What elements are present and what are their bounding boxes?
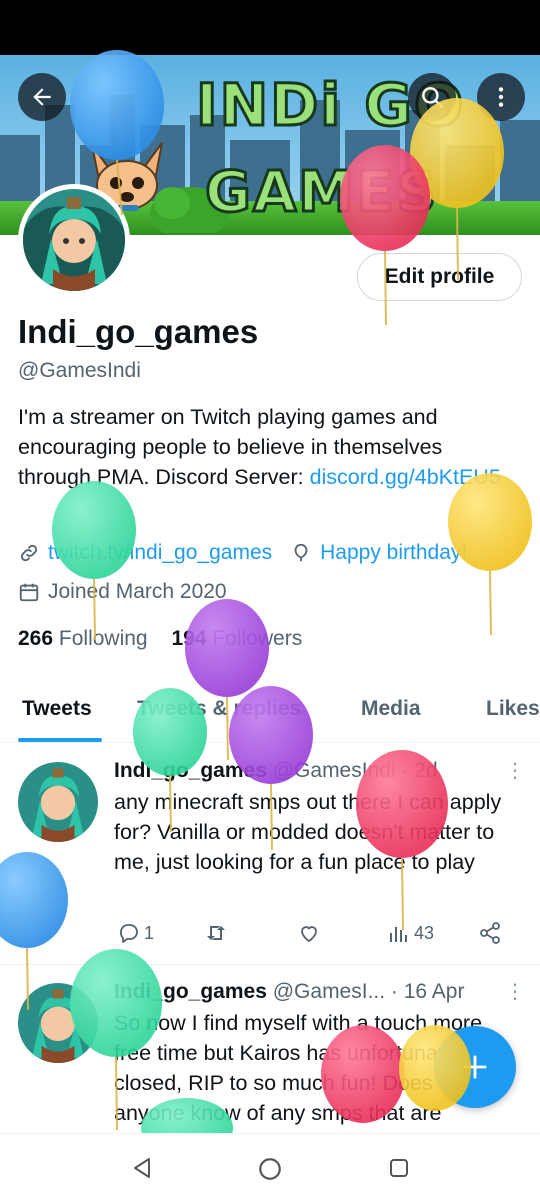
- followers-label: Followers: [212, 627, 303, 650]
- home-nav-icon[interactable]: [257, 1156, 283, 1182]
- profile-name: Indi_go_games: [18, 313, 259, 350]
- recents-nav-icon[interactable]: [387, 1156, 411, 1180]
- tweet-time: · 16 Apr: [390, 980, 465, 1003]
- tweet-header: Indi_go_games @GamesI... · 16 Apr: [114, 980, 464, 1004]
- like-button[interactable]: [297, 921, 321, 945]
- tab-tweets[interactable]: Tweets: [22, 697, 92, 721]
- joined-row: Joined March 2020: [18, 580, 227, 604]
- tweet-avatar[interactable]: [18, 762, 98, 842]
- retweet-button[interactable]: [204, 921, 228, 945]
- search-button[interactable]: [408, 73, 456, 121]
- tweet-author-name[interactable]: Indi_go_games: [114, 759, 267, 782]
- tab-likes[interactable]: Likes: [486, 697, 540, 721]
- profile-tabs: Tweets Tweets & replies Media Likes: [0, 685, 540, 743]
- status-bar: [0, 0, 540, 55]
- avatar-illustration: [23, 189, 125, 291]
- system-nav-bar: [0, 1133, 540, 1200]
- tweet-avatar[interactable]: [18, 983, 98, 1063]
- tweet-author-handle: @GamesI...: [272, 980, 386, 1003]
- search-icon: [422, 87, 443, 108]
- follow-counts: 266 Following 194 Followers: [18, 627, 302, 651]
- plus-icon: [463, 1055, 487, 1079]
- back-button[interactable]: [18, 73, 66, 121]
- tab-media[interactable]: Media: [361, 697, 421, 721]
- more-vertical-icon: [498, 87, 504, 107]
- edit-profile-button[interactable]: Edit profile: [357, 253, 522, 301]
- tweet-header: Indi_go_games @GamesIndi · 2d: [114, 759, 438, 783]
- reply-count: 1: [144, 922, 155, 943]
- following-label: Following: [58, 627, 148, 650]
- following-count: 266: [18, 627, 54, 650]
- birthday-text: Happy birthday!: [320, 541, 468, 564]
- tweet-more-button[interactable]: ⋮: [505, 758, 525, 783]
- profile-meta-row: twitch.tv/indi_go_games Happy birthday!: [18, 541, 467, 565]
- tab-tweets-replies[interactable]: Tweets & replies: [137, 697, 301, 721]
- views-count: 43: [414, 922, 435, 943]
- compose-button[interactable]: [434, 1026, 516, 1108]
- banner-title-line2: GAMES: [204, 159, 439, 227]
- share-button[interactable]: [478, 921, 502, 945]
- avatar-illustration: [18, 983, 98, 1063]
- arrow-left-icon: [33, 88, 51, 106]
- tweet-item[interactable]: Indi_go_games @GamesIndi · 2d ⋮ any mine…: [0, 744, 540, 964]
- back-nav-icon[interactable]: [130, 1156, 154, 1180]
- tweet-time: · 2d: [401, 759, 438, 782]
- profile-handle: @GamesIndi: [18, 359, 141, 382]
- bio-discord-link[interactable]: discord.gg/4bKtEU5: [310, 465, 501, 489]
- views-button[interactable]: 43: [387, 921, 434, 945]
- joined-date: Joined March 2020: [48, 580, 227, 603]
- following-link[interactable]: 266 Following: [18, 627, 148, 650]
- more-options-button[interactable]: [477, 73, 525, 121]
- profile-avatar[interactable]: [18, 184, 130, 296]
- tweet-author-handle: @GamesIndi: [272, 759, 396, 782]
- retweet-icon: [207, 926, 225, 940]
- reply-icon: [120, 924, 138, 943]
- followers-count: 194: [171, 627, 207, 650]
- tweet-text: any minecraft smps out there I can apply…: [114, 790, 502, 874]
- share-icon: [480, 922, 500, 944]
- followers-link[interactable]: 194 Followers: [171, 627, 302, 650]
- link-icon: [20, 544, 38, 562]
- tweet-more-button[interactable]: ⋮: [505, 979, 525, 1004]
- balloon-icon: [294, 543, 308, 562]
- avatar-illustration: [18, 762, 98, 842]
- tweet-actions: 1 43: [114, 921, 514, 949]
- views-icon: [390, 927, 407, 942]
- profile-bio: I'm a streamer on Twitch playing games a…: [18, 402, 518, 492]
- active-tab-indicator: [18, 738, 102, 742]
- heart-icon: [301, 926, 317, 943]
- calendar-icon: [19, 583, 39, 602]
- tweet-author-name[interactable]: Indi_go_games: [114, 980, 267, 1003]
- website-link[interactable]: twitch.tv/indi_go_games: [48, 541, 272, 565]
- reply-button[interactable]: 1: [117, 921, 154, 945]
